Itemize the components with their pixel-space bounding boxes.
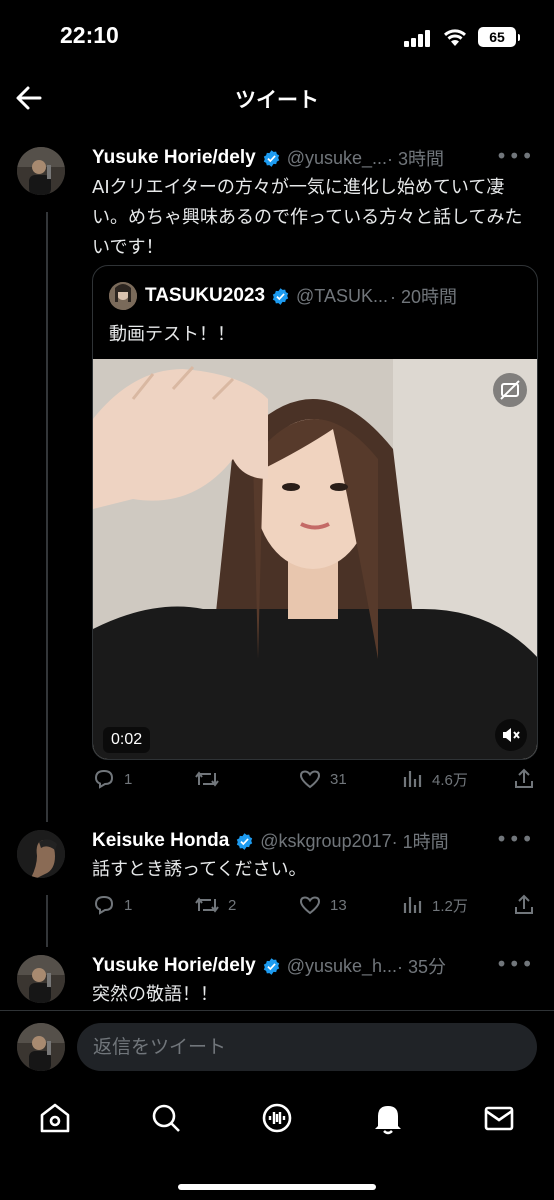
like-icon — [299, 770, 321, 789]
quote-time: · 20時間 — [389, 287, 458, 307]
tweet-header: Yusuke Horie/dely @yusuke_... · 3時間 — [92, 145, 444, 171]
retweet-button[interactable] — [194, 767, 228, 791]
avatar — [17, 1023, 65, 1071]
tweet-header: Keisuke Honda @kskgroup2017 · 1時間 — [92, 828, 449, 854]
reply-icon — [94, 895, 114, 915]
more-icon[interactable]: ••• — [496, 144, 534, 168]
share-button[interactable] — [512, 767, 544, 791]
wifi-icon — [444, 29, 466, 46]
avatar[interactable] — [17, 147, 65, 195]
views-icon — [403, 771, 422, 787]
tweet-actions: 1 2 13 1.2万 — [92, 893, 538, 923]
thread-line — [46, 212, 48, 822]
views-button[interactable]: 1.2万 — [402, 893, 468, 917]
home-icon[interactable] — [37, 1100, 73, 1136]
like-button[interactable]: 31 — [298, 767, 347, 791]
page-title: ツイート — [235, 88, 319, 112]
thread-line — [46, 895, 48, 947]
avatar — [109, 282, 137, 310]
views-icon — [403, 897, 422, 913]
avatar[interactable] — [17, 955, 65, 1003]
author-name[interactable]: Yusuke Horie/dely — [92, 147, 256, 169]
video-frame — [93, 359, 537, 759]
verified-icon — [237, 832, 253, 850]
mute-icon[interactable] — [495, 719, 527, 751]
more-icon[interactable]: ••• — [496, 827, 534, 851]
views-count: 1.2万 — [432, 897, 468, 915]
author-name[interactable]: Yusuke Horie/dely — [92, 955, 256, 977]
quote-text: 動画テスト！！ — [109, 324, 235, 345]
status-time: 22:10 — [60, 22, 119, 48]
more-icon[interactable]: ••• — [496, 952, 534, 976]
tab-bar — [0, 1086, 554, 1200]
share-icon — [515, 768, 533, 788]
tweet-actions: 1 31 4.6万 — [92, 767, 538, 797]
reply-input[interactable] — [77, 1023, 537, 1071]
retweet-icon — [195, 771, 219, 787]
video-player[interactable]: 0:02 — [93, 359, 537, 759]
tweet-time: · 35分 — [397, 957, 447, 977]
tweet-time: · 1時間 — [391, 832, 449, 852]
quote-author-name: TASUKU2023 — [145, 285, 266, 306]
share-button[interactable] — [512, 893, 544, 917]
tweet-text: AIクリエイターの方々が一気に進化し始めていて凄い。めちゃ興味あるので作っている… — [92, 177, 523, 258]
reply-button[interactable]: 1 — [92, 893, 132, 917]
views-count: 4.6万 — [432, 771, 468, 789]
tweet-text: 突然の敬語！！ — [92, 984, 218, 1005]
author-handle[interactable]: @kskgroup2017 — [260, 831, 391, 852]
quote-header: TASUKU2023 @TASUK... · 20時間 — [109, 282, 457, 310]
verified-icon — [263, 149, 279, 167]
retweet-icon — [195, 897, 219, 913]
search-icon[interactable] — [148, 1100, 184, 1136]
mail-icon[interactable] — [481, 1100, 517, 1136]
tweet-header: Yusuke Horie/dely @yusuke_h... · 35分 — [92, 953, 446, 979]
tweet-time: · 3時間 — [387, 149, 445, 169]
author-handle[interactable]: @yusuke_... — [287, 148, 387, 169]
tweet-text: 話すとき誘ってください。 — [92, 859, 307, 880]
like-icon — [299, 896, 321, 915]
reply-icon — [94, 769, 114, 789]
author-handle[interactable]: @yusuke_h... — [287, 956, 397, 977]
reply-count: 1 — [124, 896, 133, 914]
verified-icon — [263, 957, 279, 975]
avatar[interactable] — [17, 830, 65, 878]
quoted-tweet[interactable]: TASUKU2023 @TASUK... · 20時間 動画テスト！！ 0:02 — [92, 265, 538, 760]
header: ツイート — [0, 70, 554, 126]
like-count: 31 — [330, 770, 347, 788]
quote-author-handle: @TASUK... — [296, 285, 388, 306]
video-time: 0:02 — [103, 727, 151, 753]
verified-icon — [272, 287, 289, 305]
reply-button[interactable]: 1 — [92, 767, 132, 791]
reply-count: 1 — [124, 770, 133, 788]
retweet-button[interactable]: 2 — [194, 893, 236, 917]
home-indicator — [178, 1184, 376, 1190]
signal-icon — [404, 30, 434, 47]
like-button[interactable]: 13 — [298, 893, 347, 917]
views-button[interactable]: 4.6万 — [402, 767, 468, 791]
spaces-icon[interactable] — [259, 1100, 295, 1136]
like-count: 13 — [330, 896, 347, 914]
battery-indicator: 65 — [478, 27, 520, 47]
captions-icon[interactable] — [493, 373, 527, 407]
bell-icon[interactable] — [370, 1100, 406, 1136]
retweet-count: 2 — [228, 896, 237, 914]
author-name[interactable]: Keisuke Honda — [92, 830, 229, 852]
share-icon — [515, 894, 533, 914]
status-bar: 22:10 65 — [0, 0, 554, 70]
reply-bar — [0, 1010, 554, 1086]
